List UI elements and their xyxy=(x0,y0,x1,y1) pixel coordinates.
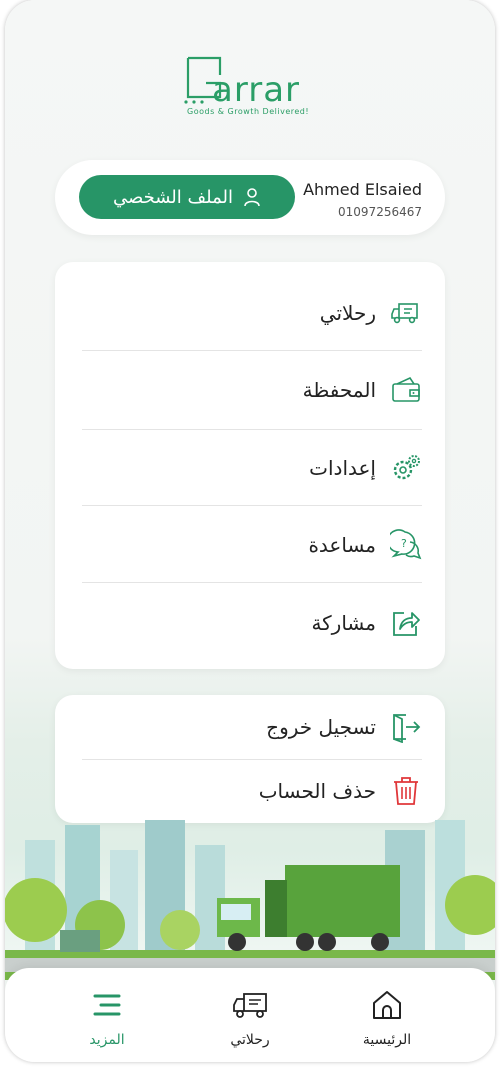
nav-label: المزيد xyxy=(89,1032,125,1048)
user-icon xyxy=(244,188,260,207)
app-screen: arrar Goods & Growth Delivered! الملف ال… xyxy=(5,0,495,1062)
user-name: Ahmed Elsaied xyxy=(303,180,422,199)
menu-item-settings[interactable]: إعدادات xyxy=(82,429,422,507)
account-card: تسجيل خروج حذف الحساب xyxy=(55,695,445,823)
menu-item-trips[interactable]: رحلاتي xyxy=(82,274,422,352)
menu-card: رحلاتي المحفظة إعدادات مساعدة ? مشاركة xyxy=(55,262,445,669)
nav-label: رحلاتي xyxy=(230,1032,270,1048)
gear-icon xyxy=(393,455,420,480)
truck-icon xyxy=(233,993,267,1018)
divider xyxy=(82,582,422,583)
home-icon xyxy=(373,991,401,1019)
bottom-navigation: الرئيسية رحلاتي المزيد xyxy=(5,968,495,1062)
truck-icon xyxy=(391,303,418,324)
share-icon xyxy=(393,612,420,636)
menu-item-label: مشاركة xyxy=(311,611,376,635)
profile-card: الملف الشخصي Ahmed Elsaied 01097256467 xyxy=(55,160,445,235)
nav-item-trips[interactable]: رحلاتي xyxy=(205,988,295,1048)
menu-item-label: المحفظة xyxy=(302,378,376,402)
trash-icon xyxy=(394,777,418,805)
city-truck-illustration xyxy=(5,820,495,980)
menu-item-help[interactable]: مساعدة ? xyxy=(82,506,422,584)
user-phone: 01097256467 xyxy=(338,205,422,219)
menu-icon xyxy=(93,994,121,1016)
wallet-icon xyxy=(392,376,420,402)
nav-item-more[interactable]: المزيد xyxy=(62,988,152,1048)
logout-icon xyxy=(393,714,421,743)
menu-item-share[interactable]: مشاركة xyxy=(82,584,422,662)
profile-button-label: الملف الشخصي xyxy=(113,186,233,208)
logout-label: تسجيل خروج xyxy=(266,715,376,739)
brand-tagline: Goods & Growth Delivered! xyxy=(187,107,310,116)
nav-item-home[interactable]: الرئيسية xyxy=(342,988,432,1048)
logout-button[interactable]: تسجيل خروج xyxy=(82,695,422,759)
help-chat-icon: ? xyxy=(390,529,422,560)
menu-item-wallet[interactable]: المحفظة xyxy=(82,351,422,429)
delete-account-label: حذف الحساب xyxy=(258,779,376,803)
nav-label: الرئيسية xyxy=(362,1032,412,1048)
brand-name: arrar xyxy=(212,70,301,110)
menu-item-label: مساعدة xyxy=(308,533,376,557)
menu-item-label: إعدادات xyxy=(309,456,376,480)
menu-item-label: رحلاتي xyxy=(319,301,376,325)
profile-button[interactable]: الملف الشخصي xyxy=(79,175,295,219)
svg-text:?: ? xyxy=(401,537,407,550)
delete-account-button[interactable]: حذف الحساب xyxy=(82,759,422,823)
